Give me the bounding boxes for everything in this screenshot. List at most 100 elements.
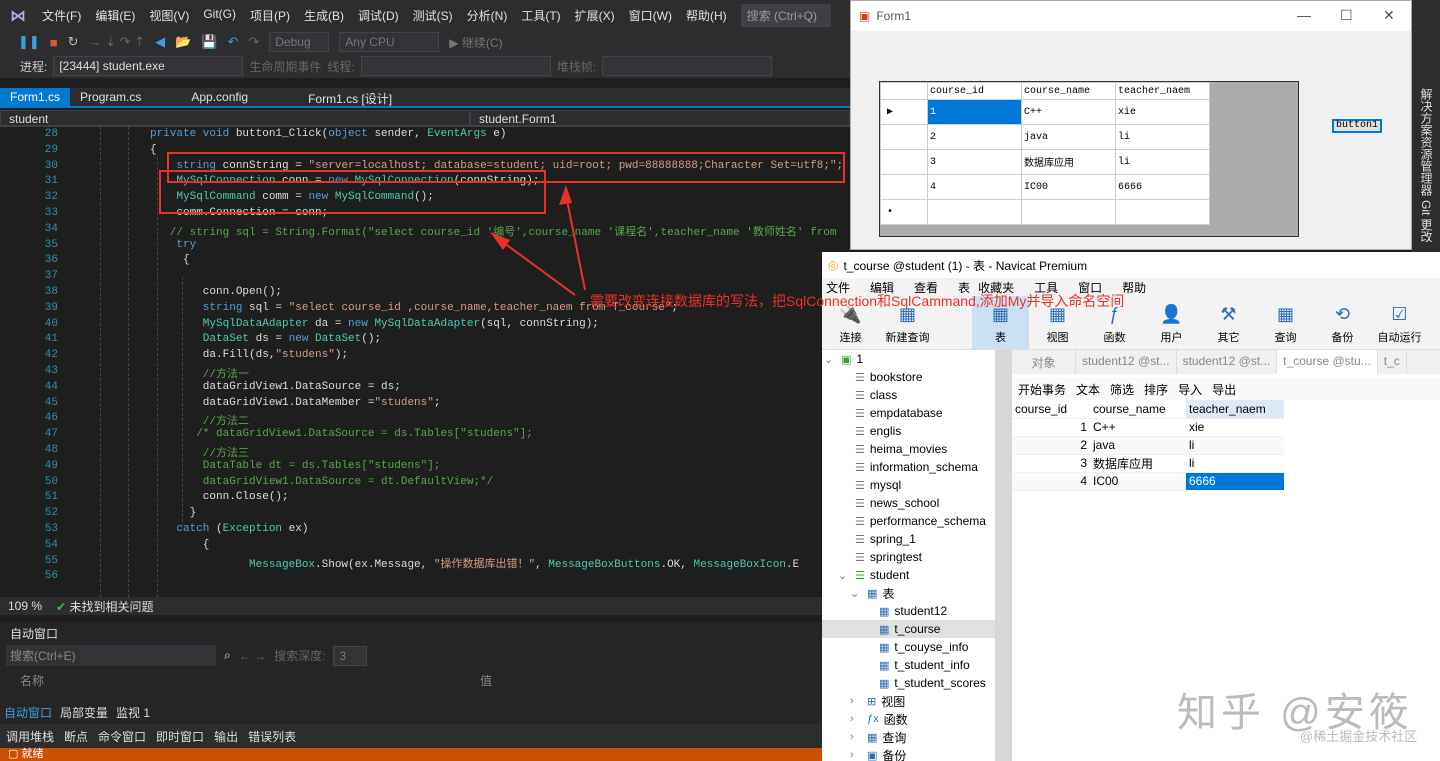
bottom-tab-3[interactable]: 即时窗口 <box>156 728 204 745</box>
debug-tab-2[interactable]: 监视 1 <box>116 704 150 721</box>
code-line[interactable]: dataGridView1.DataSource = ds; <box>150 381 401 393</box>
code-line[interactable]: { <box>150 144 157 156</box>
navicat-tab-0[interactable]: 对象 <box>1012 350 1076 374</box>
close-button[interactable]: ✕ <box>1383 7 1395 24</box>
bottom-tab-5[interactable]: 错误列表 <box>248 728 296 745</box>
grid-row[interactable]: 2javali <box>1012 436 1284 454</box>
configuration-select[interactable]: Debug <box>269 32 329 52</box>
grid-cell[interactable] <box>1116 200 1210 225</box>
grid-cell[interactable]: 数据库应用 <box>1022 150 1116 175</box>
navicat-tab-2[interactable]: student12 @st... <box>1177 350 1278 374</box>
grid-row[interactable]: 2javali <box>881 125 1210 150</box>
toolbar-button-9[interactable]: ☑自动运行 <box>1371 296 1428 349</box>
bottom-tab-2[interactable]: 命令窗口 <box>98 728 146 745</box>
column-header[interactable]: course_name <box>1090 400 1186 418</box>
code-line[interactable]: conn.Close(); <box>150 491 289 503</box>
grid-cell[interactable]: 6666 <box>1186 472 1284 490</box>
navicat-tab-4[interactable]: t_c <box>1378 350 1407 374</box>
code-line[interactable]: { <box>150 539 209 551</box>
menu-item-3[interactable]: Git(G) <box>203 7 236 24</box>
tree-database[interactable]: ☰mysql <box>822 476 995 494</box>
maximize-button[interactable]: ☐ <box>1340 7 1353 24</box>
action-3[interactable]: 排序 <box>1144 381 1168 398</box>
solution-explorer-tab[interactable]: 解决方案资源管理器 <box>1418 88 1435 196</box>
debug-tab-1[interactable]: 局部变量 <box>60 704 108 721</box>
expand-arrow-icon[interactable]: ⌄ <box>824 353 836 366</box>
tree-table[interactable]: ▦student12 <box>822 602 995 620</box>
tree-database[interactable]: ☰class <box>822 386 995 404</box>
row-header[interactable]: • <box>881 200 928 225</box>
grid-cell[interactable]: li <box>1116 125 1210 150</box>
debug-tab-0[interactable]: 自动窗口 <box>4 704 52 721</box>
lifecycle-events-button[interactable]: 生命周期事件 <box>249 58 321 75</box>
redo-icon[interactable]: ↷ <box>248 34 259 50</box>
code-editor[interactable]: 28private void button1_Click(object send… <box>0 127 850 597</box>
toolbar-button-6[interactable]: ⚒其它 <box>1200 296 1257 349</box>
grid-cell[interactable]: C++ <box>1090 418 1186 436</box>
git-changes-tab[interactable]: Git 更改 <box>1418 200 1435 243</box>
back-forward-arrows-icon[interactable]: ← → <box>239 649 266 663</box>
code-line[interactable]: MessageBox.Show(ex.Message, "操作数据库出错！", … <box>150 555 799 571</box>
menu-item-0[interactable]: 文件(F) <box>42 7 81 24</box>
tree-database[interactable]: ☰news_school <box>822 494 995 512</box>
restart-icon[interactable]: ↻ <box>68 34 79 50</box>
menu-item-4[interactable]: 项目(P) <box>250 7 290 24</box>
grid-cell[interactable]: 3 <box>1012 454 1090 472</box>
project-dropdown[interactable]: student <box>0 110 470 126</box>
grid-cell[interactable]: xie <box>1186 418 1284 436</box>
menu-item-12[interactable]: 帮助(H) <box>686 7 727 24</box>
code-line[interactable]: { <box>150 254 190 266</box>
navicat-data-grid[interactable]: course_idcourse_nameteacher_naem1C++xie2… <box>1012 400 1284 491</box>
menu-item-1[interactable]: 编辑(E) <box>95 7 135 24</box>
grid-cell[interactable]: li <box>1186 436 1284 454</box>
tree-database[interactable]: ☰heima_movies <box>822 440 995 458</box>
code-line[interactable]: dataGridView1.DataMember ="studens"; <box>150 397 440 409</box>
grid-cell[interactable]: li <box>1186 454 1284 472</box>
column-header[interactable]: teacher_naem <box>1116 83 1210 100</box>
undo-icon[interactable]: ↶ <box>227 34 238 50</box>
process-select[interactable]: [23444] student.exe <box>53 56 243 76</box>
navigate-back-icon[interactable]: ◀ <box>155 34 165 50</box>
column-header[interactable]: course_name <box>1022 83 1116 100</box>
grid-cell[interactable]: 6666 <box>1116 175 1210 200</box>
code-line[interactable]: dataGridView1.DataSource = dt.DefaultVie… <box>150 476 493 488</box>
grid-cell[interactable]: 3 <box>928 150 1022 175</box>
issues-status[interactable]: ✔ 未找到相关问题 <box>56 598 153 615</box>
pause-icon[interactable]: ❚❚ <box>18 34 40 50</box>
column-header[interactable]: course_id <box>1012 400 1090 418</box>
zoom-level[interactable]: 109 % <box>8 599 42 613</box>
grid-cell[interactable]: IC00 <box>1090 472 1186 490</box>
code-line[interactable]: } <box>150 507 196 519</box>
grid-cell[interactable]: 4 <box>1012 472 1090 490</box>
search-icon[interactable]: ⌕ <box>224 648 231 663</box>
grid-cell[interactable]: C++ <box>1022 100 1116 125</box>
grid-row[interactable]: 4IC006666 <box>881 175 1210 200</box>
code-line[interactable]: comm.Connection = conn; <box>150 207 328 219</box>
code-line[interactable]: conn.Open(); <box>150 286 282 298</box>
tree-database[interactable]: ⌄☰student <box>822 566 995 584</box>
toolbar-button-7[interactable]: ▦查询 <box>1257 296 1314 349</box>
tree-database[interactable]: ☰bookstore <box>822 368 995 386</box>
tree-table[interactable]: ▦t_course <box>822 620 995 638</box>
tree-database[interactable]: ☰performance_schema <box>822 512 995 530</box>
grid-cell[interactable]: xie <box>1116 100 1210 125</box>
menu-item-9[interactable]: 工具(T) <box>521 7 560 24</box>
tab-3[interactable]: Form1.cs [设计] <box>298 88 402 106</box>
navicat-tab-1[interactable]: student12 @st... <box>1076 350 1177 374</box>
code-line[interactable]: try <box>150 239 196 251</box>
action-5[interactable]: 导出 <box>1212 381 1236 398</box>
tab-2[interactable]: App.config <box>181 88 258 106</box>
code-line[interactable]: MySqlConnection conn = new MySqlConnecti… <box>150 175 540 187</box>
stackframe-select[interactable] <box>602 56 772 76</box>
code-line[interactable]: MySqlCommand comm = new MySqlCommand(); <box>150 191 434 203</box>
tree-group[interactable]: ›ƒx函数 <box>822 710 995 728</box>
code-line[interactable]: DataSet ds = new DataSet(); <box>150 333 381 345</box>
code-line[interactable]: MySqlDataAdapter da = new MySqlDataAdapt… <box>150 318 599 330</box>
grid-cell[interactable]: 1 <box>1012 418 1090 436</box>
grid-row[interactable]: 4IC006666 <box>1012 472 1284 490</box>
open-folder-icon[interactable]: 📂 <box>175 34 191 50</box>
tree-table[interactable]: ▦t_student_scores <box>822 674 995 692</box>
column-header[interactable]: teacher_naem <box>1186 400 1284 418</box>
new-row[interactable]: • <box>881 200 1210 225</box>
grid-cell[interactable]: 2 <box>1012 436 1090 454</box>
